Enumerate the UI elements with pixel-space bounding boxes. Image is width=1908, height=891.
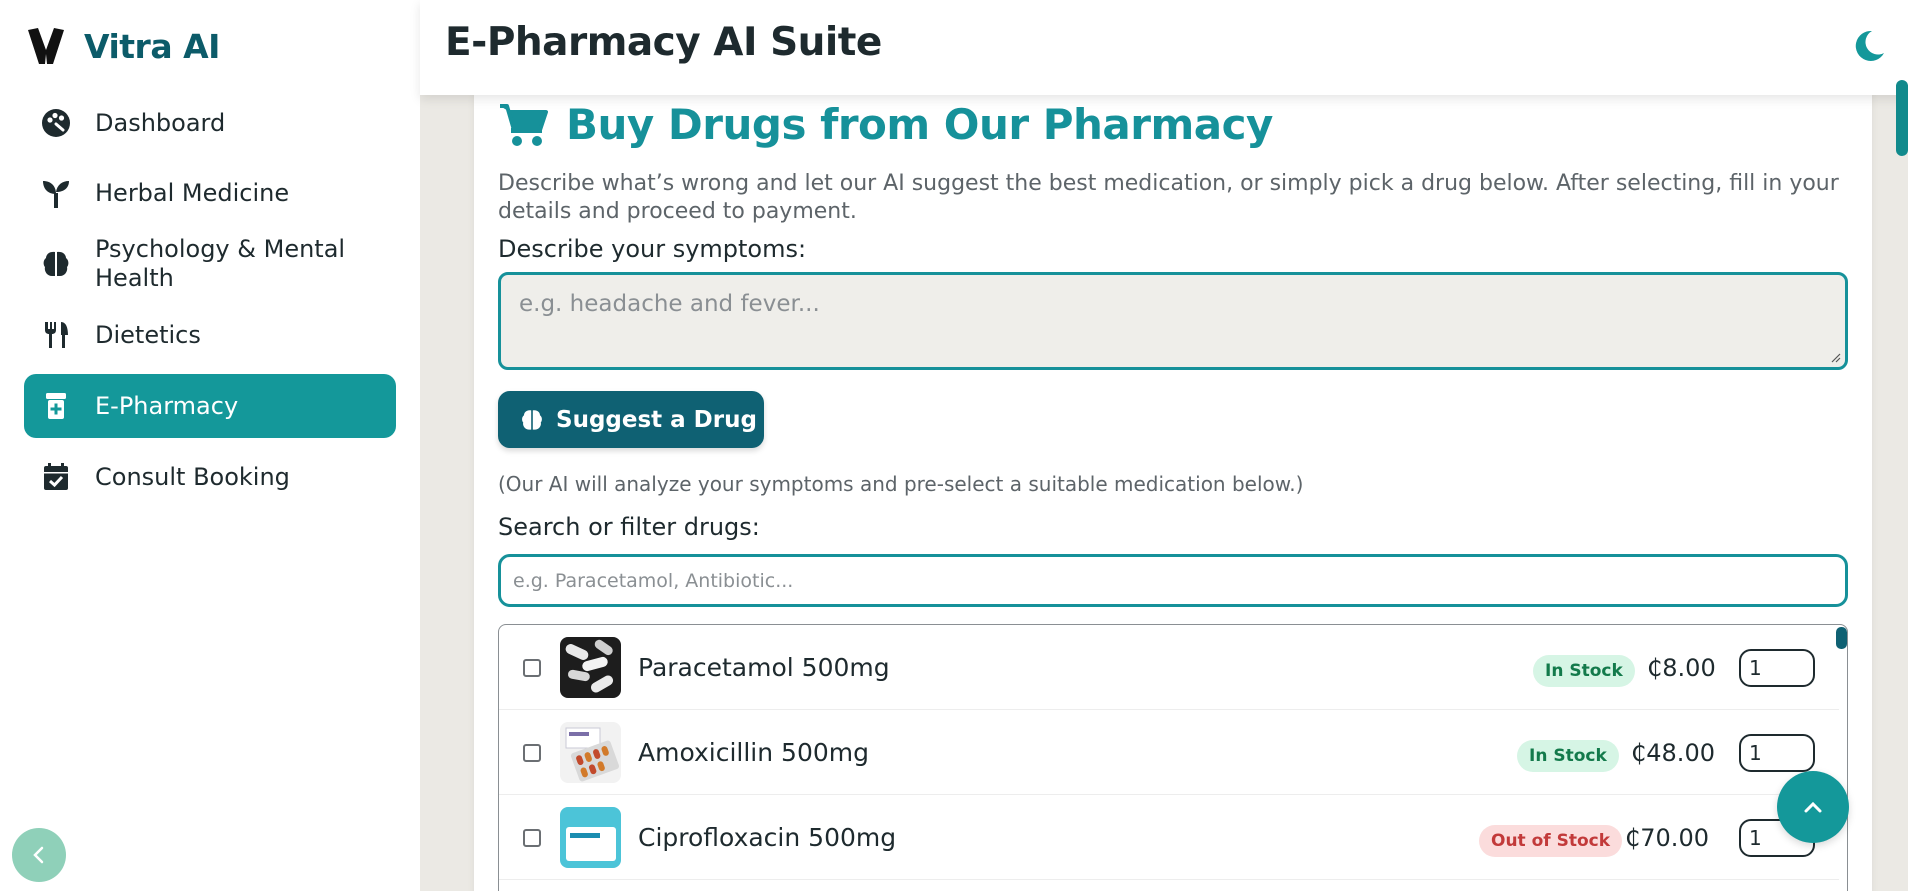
suggest-drug-label: Suggest a Drug bbox=[556, 406, 757, 433]
collapse-sidebar-button[interactable] bbox=[12, 828, 66, 882]
drug-select-checkbox[interactable] bbox=[523, 744, 541, 762]
drug-thumbnail-amoxicillin bbox=[560, 722, 621, 783]
sidebar-item-psychology[interactable]: Psychology & Mental Health bbox=[24, 232, 396, 296]
quantity-input[interactable]: 1 bbox=[1739, 649, 1815, 687]
sidebar-item-label: Psychology & Mental Health bbox=[95, 235, 346, 292]
drug-search-input[interactable]: e.g. Paracetamol, Antibiotic... bbox=[498, 554, 1848, 607]
search-label: Search or filter drugs: bbox=[498, 513, 760, 541]
drug-row-amoxicillin: Amoxicillin 500mg In Stock ₵48.00 1 bbox=[499, 710, 1839, 795]
drug-row-ciprofloxacin: Ciprofloxacin 500mg Out of Stock ₵70.00 … bbox=[499, 795, 1839, 880]
suggest-drug-button[interactable]: Suggest a Drug bbox=[498, 391, 764, 448]
page-title: E-Pharmacy AI Suite bbox=[445, 20, 882, 65]
utensils-icon bbox=[41, 320, 71, 350]
drug-name: Amoxicillin 500mg bbox=[638, 738, 869, 767]
sidebar-item-e-pharmacy[interactable]: E-Pharmacy bbox=[24, 374, 396, 438]
sidebar-item-herbal-medicine[interactable]: Herbal Medicine bbox=[24, 162, 396, 225]
brand-name: Vitra AI bbox=[84, 26, 220, 66]
scroll-to-top-button[interactable] bbox=[1777, 771, 1849, 843]
stock-badge: Out of Stock bbox=[1479, 825, 1623, 857]
prescription-bottle-icon bbox=[41, 391, 71, 421]
sidebar-nav: Dashboard Herbal Medicine Psychology & M… bbox=[24, 91, 396, 509]
sidebar-item-dietetics[interactable]: Dietetics bbox=[24, 303, 396, 367]
brand[interactable]: Vitra AI bbox=[26, 24, 220, 68]
sidebar-item-label: Dashboard bbox=[95, 108, 226, 137]
drug-name: Ciprofloxacin 500mg bbox=[638, 823, 897, 852]
sidebar-item-dashboard[interactable]: Dashboard bbox=[24, 91, 396, 155]
brain-icon bbox=[41, 249, 71, 279]
drug-price: ₵70.00 bbox=[1625, 824, 1709, 852]
section-description: Describe what’s wrong and let our AI sug… bbox=[498, 171, 1839, 224]
search-placeholder: e.g. Paracetamol, Antibiotic... bbox=[513, 569, 794, 592]
drug-thumbnail-ciprofloxacin bbox=[560, 807, 621, 868]
sidebar-item-label: Dietetics bbox=[95, 320, 201, 349]
stock-badge: In Stock bbox=[1533, 655, 1635, 687]
resize-grip-icon[interactable] bbox=[1829, 351, 1841, 363]
page-scrollbar[interactable] bbox=[1896, 80, 1908, 156]
top-header: E-Pharmacy AI Suite bbox=[420, 0, 1908, 95]
chevron-up-icon bbox=[1804, 801, 1822, 813]
ai-hint-text: (Our AI will analyze your symptoms and p… bbox=[498, 472, 1304, 496]
brain-icon bbox=[522, 409, 542, 430]
section-title: Buy Drugs from Our Pharmacy bbox=[498, 100, 1273, 149]
section-heading: Buy Drugs from Our Pharmacy bbox=[566, 100, 1273, 149]
calendar-check-icon bbox=[41, 462, 71, 492]
drug-row-paracetamol: Paracetamol 500mg In Stock ₵8.00 1 bbox=[499, 625, 1839, 710]
vitra-logo-icon bbox=[28, 27, 64, 64]
drug-name: Paracetamol 500mg bbox=[638, 653, 890, 682]
sidebar-item-label: Consult Booking bbox=[95, 462, 290, 491]
dark-mode-toggle-moon-icon[interactable] bbox=[1852, 29, 1886, 63]
sidebar-item-consult-booking[interactable]: Consult Booking bbox=[24, 445, 396, 509]
drug-price: ₵8.00 bbox=[1647, 654, 1716, 682]
main-content: Buy Drugs from Our Pharmacy Describe wha… bbox=[420, 95, 1888, 891]
shopping-cart-icon bbox=[500, 103, 548, 146]
quantity-input[interactable]: 1 bbox=[1739, 734, 1815, 772]
drug-select-checkbox[interactable] bbox=[523, 659, 541, 677]
symptoms-placeholder: e.g. headache and fever... bbox=[519, 291, 820, 317]
pharmacy-card: Buy Drugs from Our Pharmacy Describe wha… bbox=[474, 95, 1872, 891]
sidebar-item-label: E-Pharmacy bbox=[95, 391, 239, 420]
sidebar-item-label: Herbal Medicine bbox=[95, 179, 290, 207]
palette-icon bbox=[41, 108, 71, 138]
drug-select-checkbox[interactable] bbox=[523, 829, 541, 847]
symptoms-textarea[interactable]: e.g. headache and fever... bbox=[498, 272, 1848, 370]
symptoms-label: Describe your symptoms: bbox=[498, 235, 807, 263]
drug-price: ₵48.00 bbox=[1631, 739, 1715, 767]
stock-badge: In Stock bbox=[1517, 740, 1619, 772]
seedling-icon bbox=[41, 179, 71, 209]
drug-list: Paracetamol 500mg In Stock ₵8.00 1 Amoxi… bbox=[498, 624, 1848, 891]
sidebar: Vitra AI Dashboard Herbal Medicine Psych… bbox=[0, 0, 420, 891]
drug-thumbnail-paracetamol bbox=[560, 637, 621, 698]
chevron-left-icon bbox=[33, 846, 44, 864]
